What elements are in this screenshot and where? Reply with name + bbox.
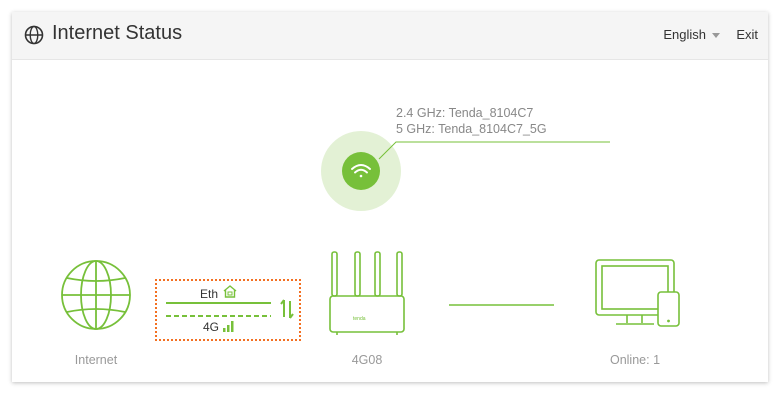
internet-status-panel: Internet Status English Exit 2.4 GHz: Te… [12, 12, 768, 382]
monitor-icon[interactable] [594, 259, 684, 329]
online-clients-label[interactable]: Online: 1 [590, 353, 680, 367]
